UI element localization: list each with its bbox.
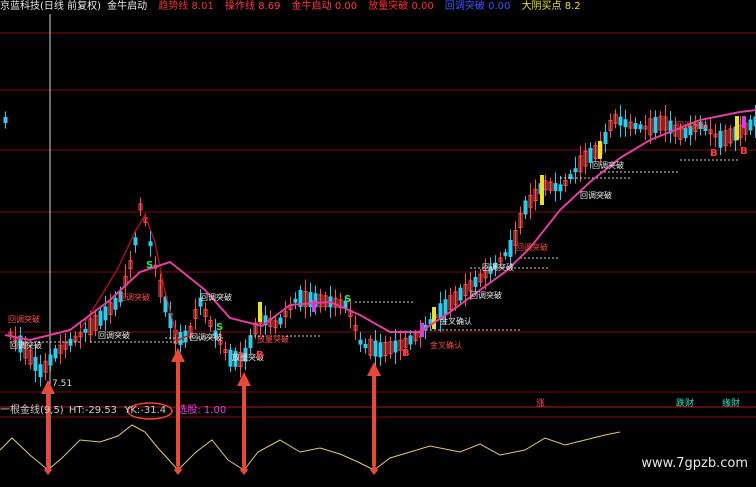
candle-body [508,239,513,257]
sub-indicator-name: 一根金线(9,5) [0,405,64,416]
candle-body [633,123,638,129]
candle-body [718,130,723,148]
trend-line [4,109,756,342]
sell-marker: B [710,148,718,159]
candle-body [393,340,398,353]
candle-body [48,354,53,366]
signal-text: 回调突破 [190,332,222,342]
candle-body [33,356,38,371]
yk-label: YK: [124,405,141,416]
signal-text: 放量突破 [257,334,289,344]
trough-diamond [44,465,52,475]
candle-body [103,306,108,321]
candle-body [473,276,478,287]
sell-marker: B [402,348,410,359]
candle-body [408,335,413,345]
low-price-label: 7.51 [52,379,72,389]
tag-cai: 缘財 [722,397,740,409]
candle-body [618,116,623,126]
signal-text: 回调突破 [470,290,502,300]
highlight-candle [312,300,316,312]
signal-text: 回调突破 [98,330,130,340]
signal-text: 回调突破 [592,160,624,170]
highlight-candle [735,116,739,140]
candle-body [113,297,118,310]
candle-body [573,168,578,173]
candle-body [98,310,103,326]
candlestick-series [3,104,756,387]
signal-value: 1.00 [203,405,227,416]
signal-text: 回调突破 [482,262,514,272]
buy-marker: S [216,322,223,333]
candle-body [503,252,508,257]
signal-text: 回调突破 [580,190,612,200]
buy-marker: S [146,260,153,271]
candle-body [458,287,463,301]
buy-marker: S [344,294,351,305]
candle-body [248,335,253,349]
candle-body [363,344,368,348]
buy-arrow-head [237,372,251,386]
candle-body [523,200,528,215]
candle-body [278,317,283,325]
candle-body [623,119,628,128]
stock-chart-window: 京蓝科技(日线 前复权) 金牛启动 趋势线 8.01 操作线 8.69 金牛启动… [0,0,756,487]
sub-indicator-header: 一根金线(9,5) HT:-29.53 YK:-31.4 选股: 1.00 [0,404,226,418]
candle-body [443,299,448,316]
signal-text: 金叉确认 [440,316,472,326]
signal-text: 回调突破 [676,120,708,130]
candle-body [553,183,558,191]
candle-body [653,117,658,133]
highlight-candle [432,307,436,329]
candle-body [748,119,753,131]
candle-body [558,184,563,192]
watermark: www.7gpzb.com [641,456,748,471]
sell-marker: B [740,146,748,157]
signal-text: 回调突破 [200,292,232,302]
tag-fall: 跌财 [676,397,694,409]
candle-body [133,237,138,246]
buy-arrow-head [367,362,381,376]
highlight-candle [598,141,602,159]
candle-body [3,117,8,123]
candle-body [358,339,363,345]
ht-label: HT: [68,405,85,416]
candle-body [378,342,383,358]
highlight-candle [258,302,262,322]
candle-body [148,241,153,247]
candle-body [83,328,88,333]
candle-body [428,319,433,325]
signal-text: 回调突破 [10,340,42,350]
tag-up: 涨 [536,398,545,409]
sell-marker: B [256,350,264,361]
buy-arrow-head [171,348,185,362]
highlight-candle [742,116,746,128]
signal-label: 选股: [177,405,201,416]
support-dashes [10,159,740,343]
candle-body [53,348,58,359]
candle-body [38,364,43,378]
yk-value: -31.4 [140,405,167,416]
candle-body [373,340,378,357]
trough-diamond [370,465,378,475]
signal-text: 金叉确认 [430,340,462,350]
candle-body [603,132,608,144]
signal-text: 回调突破 [8,314,40,324]
highlight-candle [540,175,544,205]
signal-text: 回调突破 [118,292,150,302]
ht-value: -29.53 [84,405,118,416]
candle-body [638,124,643,130]
oscillator-line [0,424,621,471]
signal-text: 回调突破 [516,242,548,252]
candle-body [293,298,298,303]
